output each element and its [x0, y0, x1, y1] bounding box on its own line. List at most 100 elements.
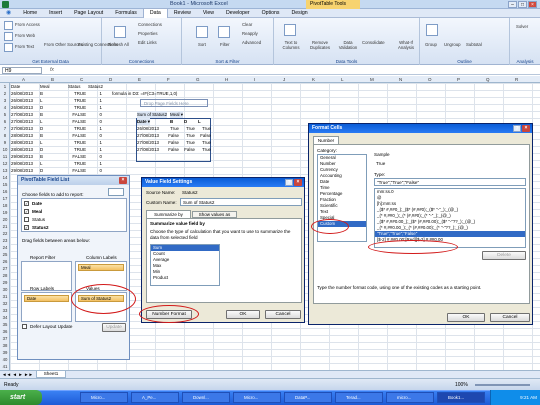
data-cell[interactable]: B [40, 132, 43, 139]
pivot-row-label[interactable]: Date ▾ [137, 118, 150, 125]
row-header[interactable]: 24 [0, 244, 10, 251]
data-cell[interactable]: 29/08/2013 [11, 167, 33, 174]
connections-button[interactable]: Connections [138, 22, 162, 27]
column-header[interactable]: B [51, 76, 54, 83]
row-header[interactable]: 30 [0, 286, 10, 293]
column-header[interactable]: E [138, 76, 141, 83]
help-icon[interactable]: ? [513, 125, 521, 132]
row-header[interactable]: 11 [0, 153, 10, 160]
help-icon[interactable]: ? [285, 179, 293, 186]
data-cell[interactable]: TRUE [68, 160, 86, 167]
header-cell[interactable]: Meal [40, 83, 50, 90]
column-header[interactable]: Q [486, 76, 490, 83]
pivot-row-head[interactable]: 27/08/2013 [137, 146, 159, 153]
from-text-button[interactable]: From Text [15, 44, 34, 49]
row-header[interactable]: 40 [0, 356, 10, 363]
fx-icon[interactable]: fx [50, 67, 54, 73]
type-input[interactable]: "True";"True";"False" [374, 178, 526, 186]
row-header[interactable]: 41 [0, 363, 10, 370]
row-header[interactable]: 28 [0, 272, 10, 279]
column-header[interactable]: G [196, 76, 200, 83]
pivot-value[interactable]: False [179, 146, 195, 153]
close-icon[interactable]: × [522, 125, 530, 132]
data-cell[interactable]: FALSE [68, 132, 86, 139]
row-header[interactable]: 9 [0, 139, 10, 146]
data-cell[interactable]: 29/08/2013 [11, 153, 33, 160]
data-cell[interactable]: D [40, 167, 43, 174]
row-header[interactable]: 19 [0, 209, 10, 216]
column-header[interactable]: D [109, 76, 112, 83]
data-cell[interactable]: D [40, 125, 43, 132]
ungroup-button[interactable]: Ungroup [444, 42, 460, 47]
column-header[interactable]: M [370, 76, 374, 83]
data-cell[interactable]: TRUE [68, 146, 86, 153]
pivot-value[interactable]: True [163, 125, 179, 132]
row-header[interactable]: 23 [0, 237, 10, 244]
row-header[interactable]: 8 [0, 132, 10, 139]
field-checkbox[interactable]: ✓ [24, 225, 29, 230]
pivot-value[interactable]: True [179, 139, 195, 146]
data-cell[interactable]: 1 [88, 125, 102, 132]
taskbar-item[interactable]: Downl... [182, 392, 230, 403]
function-option[interactable]: Product [151, 275, 219, 281]
advanced-button[interactable]: Advanced [242, 40, 261, 45]
data-cell[interactable]: L [40, 118, 42, 125]
row-header[interactable]: 39 [0, 349, 10, 356]
column-header[interactable]: C [80, 76, 83, 83]
row-header[interactable]: 38 [0, 342, 10, 349]
row-header[interactable]: 16 [0, 188, 10, 195]
ok-button[interactable]: OK [226, 310, 260, 319]
data-cell[interactable]: B [40, 153, 43, 160]
pivot-col-field[interactable]: Meal ▾ [170, 111, 183, 118]
pivot-row-head[interactable]: 27/08/2013 [137, 132, 159, 139]
row-header[interactable]: 26 [0, 258, 10, 265]
row-header[interactable]: 5 [0, 111, 10, 118]
field-checkbox[interactable]: ✓ [24, 201, 29, 206]
pivot-value[interactable]: True [195, 139, 211, 146]
row-header[interactable]: 33 [0, 307, 10, 314]
data-cell[interactable]: 26/08/2013 [11, 104, 33, 111]
row-header[interactable]: 27 [0, 265, 10, 272]
group-button[interactable]: Group [425, 42, 437, 47]
data-cell[interactable]: 28/08/2013 [11, 132, 33, 139]
pivot-value[interactable]: False [163, 132, 179, 139]
row-header[interactable]: 29 [0, 279, 10, 286]
data-cell[interactable]: 1 [88, 160, 102, 167]
row-header[interactable]: 34 [0, 314, 10, 321]
row-header[interactable]: 35 [0, 321, 10, 328]
tab-view[interactable]: View [197, 9, 220, 18]
row-labels-area[interactable]: Date [21, 292, 72, 322]
custom-name-input[interactable]: Sum of Status2 [180, 198, 302, 206]
clear-button[interactable]: Clear [242, 22, 252, 27]
from-access-button[interactable]: From Access [15, 22, 40, 27]
data-cell[interactable]: D [40, 104, 43, 111]
data-cell[interactable]: D [40, 146, 43, 153]
zoom-slider[interactable] [475, 384, 530, 386]
edit-links-button[interactable]: Edit Links [138, 40, 157, 45]
refresh-all-button[interactable]: Refresh All [108, 42, 129, 47]
row-header[interactable]: 4 [0, 104, 10, 111]
row-header[interactable]: 6 [0, 118, 10, 125]
tab-home[interactable]: Home [17, 9, 43, 18]
data-cell[interactable]: FALSE [68, 111, 86, 118]
taskbar-item[interactable]: Book1... [437, 392, 485, 403]
tab-page-layout[interactable]: Page Layout [68, 9, 109, 18]
tab-insert[interactable]: Insert [43, 9, 68, 18]
cancel-button[interactable]: Cancel [490, 313, 530, 322]
row-header[interactable]: 22 [0, 230, 10, 237]
data-cell[interactable]: 28/08/2013 [11, 146, 33, 153]
data-cell[interactable]: 27/08/2013 [11, 118, 33, 125]
data-cell[interactable]: 27/08/2013 [11, 125, 33, 132]
close-button[interactable]: × [528, 1, 537, 8]
date-chip[interactable]: Date [24, 295, 69, 302]
row-header[interactable]: 31 [0, 293, 10, 300]
row-header[interactable]: 36 [0, 328, 10, 335]
drop-page-fields-zone[interactable]: Drop Page Fields Here [140, 99, 208, 107]
data-cell[interactable]: 0 [88, 132, 102, 139]
tab-review[interactable]: Review [168, 9, 197, 18]
data-cell[interactable]: 26/08/2013 [11, 90, 33, 97]
row-header[interactable]: 10 [0, 146, 10, 153]
taskbar-item[interactable]: Micro... [233, 392, 281, 403]
pivot-value[interactable]: True [179, 125, 195, 132]
maximize-button[interactable]: □ [518, 1, 527, 8]
